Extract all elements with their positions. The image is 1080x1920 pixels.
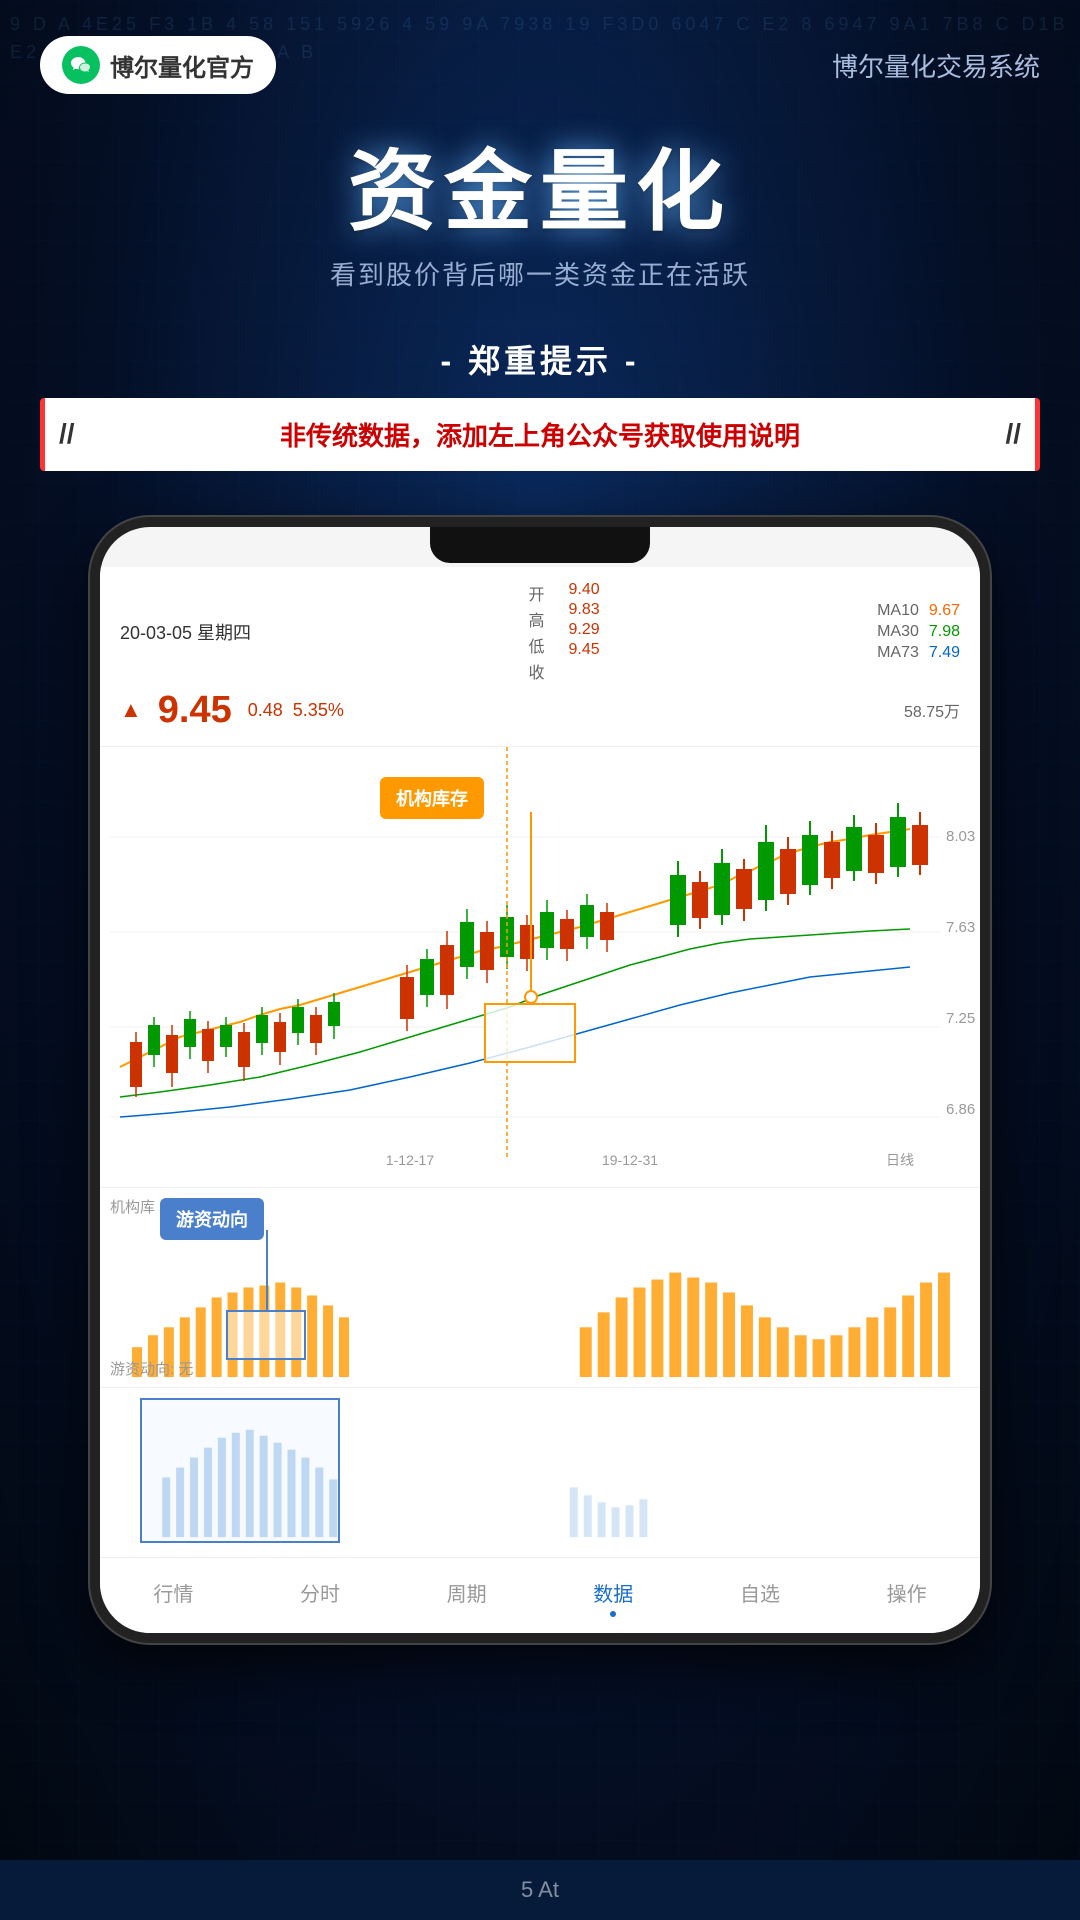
phone-frame: 20-03-05 星期四 开 高 低 收 9.40 9.83 9.29 9. — [90, 517, 990, 1643]
notice-text: 非传统数据，添加左上角公众号获取使用说明 — [280, 421, 800, 451]
phone-notch — [430, 527, 650, 563]
svg-text:19-12-31: 19-12-31 — [602, 1152, 658, 1168]
notice-label: - 郑重提示 - — [0, 336, 1080, 382]
system-bar-text: 5 At — [521, 1877, 559, 1903]
nav-item-watchlist[interactable]: 自选 — [724, 1574, 796, 1621]
ohlc-values: 9.40 9.83 9.29 9.45 — [569, 581, 600, 683]
nav-label-cycle: 周期 — [447, 1578, 487, 1607]
stock-price: 9.45 — [158, 689, 232, 732]
phone-section: 20-03-05 星期四 开 高 低 收 9.40 9.83 9.29 9. — [0, 517, 1080, 1643]
notice-section: - 郑重提示 - 非传统数据，添加左上角公众号获取使用说明 — [0, 312, 1080, 481]
app-title: 博尔量化交易系统 — [832, 47, 1040, 84]
nav-label-operation: 操作 — [887, 1578, 927, 1607]
inventory-tooltip-line — [530, 812, 532, 992]
price-arrow-icon: ▲ — [120, 697, 142, 723]
stock-info-bar: 20-03-05 星期四 开 高 低 收 9.40 9.83 9.29 9. — [100, 567, 980, 747]
bottom-nav: 行情 分时 周期 数据 自选 — [100, 1557, 980, 1633]
ma10-row: MA10 9.67 — [877, 602, 960, 620]
ma73-row: MA73 7.49 — [877, 644, 960, 662]
nav-item-cycle[interactable]: 周期 — [431, 1574, 503, 1621]
open-val: 9.40 — [569, 581, 600, 599]
mini-chart[interactable] — [100, 1387, 980, 1557]
inventory-tooltip-rect — [484, 1003, 576, 1063]
hero-section: 资金量化 看到股价背后哪一类资金正在活跃 — [0, 104, 1080, 312]
nav-label-data: 数据 — [593, 1578, 633, 1607]
ma73-label: MA73 — [877, 644, 919, 662]
chart-svg: 8.03 7.63 7.25 6.86 1-12-17 19-12-31 日线 — [100, 747, 980, 1187]
stock-info-row1: 20-03-05 星期四 开 高 低 收 9.40 9.83 9.29 9. — [120, 581, 960, 683]
stock-ohlc: 开 高 低 收 9.40 9.83 9.29 9.45 — [271, 581, 857, 683]
flow-tooltip-line — [266, 1230, 268, 1310]
ma10-val: 9.67 — [929, 602, 960, 620]
stock-price-row: ▲ 9.45 0.48 5.35% 58.75万 — [120, 689, 960, 732]
stock-date: 20-03-05 星期四 — [120, 619, 251, 645]
ma30-val: 7.98 — [929, 623, 960, 641]
volume: 58.75万 — [904, 698, 960, 722]
close-label: 收 — [528, 659, 544, 683]
inventory-tooltip-circle — [524, 990, 538, 1004]
phone-screen: 20-03-05 星期四 开 高 低 收 9.40 9.83 9.29 9. — [100, 527, 980, 1633]
price-change: 0.48 5.35% — [248, 700, 344, 721]
svg-text:6.86: 6.86 — [946, 1101, 975, 1118]
wechat-button[interactable]: 博尔量化官方 — [40, 36, 276, 94]
svg-text:日线: 日线 — [886, 1152, 914, 1168]
volume-chart[interactable]: 游资动向 机构库 — [100, 1187, 980, 1387]
high-label: 高 — [528, 607, 544, 631]
ma10-label: MA10 — [877, 602, 919, 620]
ma73-val: 7.49 — [929, 644, 960, 662]
notice-bar: 非传统数据，添加左上角公众号获取使用说明 — [40, 398, 1040, 471]
nav-label-watchlist: 自选 — [740, 1578, 780, 1607]
low-label: 低 — [528, 633, 544, 657]
svg-text:7.63: 7.63 — [946, 919, 975, 936]
mini-selection-rect — [140, 1398, 340, 1543]
vol-label: 机构库 — [110, 1196, 155, 1217]
nav-item-data[interactable]: 数据 — [577, 1574, 649, 1621]
inventory-tooltip: 机构库存 — [380, 777, 484, 819]
hero-subtitle: 看到股价背后哪一类资金正在活跃 — [0, 255, 1080, 292]
ma-section: MA10 9.67 MA30 7.98 MA73 7.49 — [877, 602, 960, 662]
close-val: 9.45 — [569, 641, 600, 659]
change-pct: 5.35% — [293, 700, 344, 721]
nav-item-operation[interactable]: 操作 — [871, 1574, 943, 1621]
svg-text:1-12-17: 1-12-17 — [386, 1152, 434, 1168]
svg-text:7.25: 7.25 — [946, 1010, 975, 1027]
nav-item-market[interactable]: 行情 — [137, 1574, 209, 1621]
flow-tooltip-rect — [226, 1310, 306, 1360]
svg-text:8.03: 8.03 — [946, 828, 975, 845]
system-bar: 5 At — [0, 1860, 1080, 1920]
nav-item-timeshare[interactable]: 分时 — [284, 1574, 356, 1621]
ohlc-open: 开 高 低 收 — [528, 581, 544, 683]
hero-main-title: 资金量化 — [0, 144, 1080, 241]
vol-status: 游资动向: 无 — [110, 1358, 193, 1379]
wechat-icon — [62, 46, 100, 84]
ma30-label: MA30 — [877, 623, 919, 641]
low-val: 9.29 — [569, 621, 600, 639]
nav-label-timeshare: 分时 — [300, 1578, 340, 1607]
wechat-label: 博尔量化官方 — [110, 48, 254, 83]
candlestick-chart[interactable]: 8.03 7.63 7.25 6.86 1-12-17 19-12-31 日线 … — [100, 747, 980, 1187]
nav-label-market: 行情 — [153, 1578, 193, 1607]
change-abs: 0.48 — [248, 700, 283, 721]
high-val: 9.83 — [569, 601, 600, 619]
ma30-row: MA30 7.98 — [877, 623, 960, 641]
open-label: 开 — [528, 581, 544, 605]
flow-tooltip: 游资动向 — [160, 1198, 264, 1240]
header: 博尔量化官方 博尔量化交易系统 — [0, 0, 1080, 104]
